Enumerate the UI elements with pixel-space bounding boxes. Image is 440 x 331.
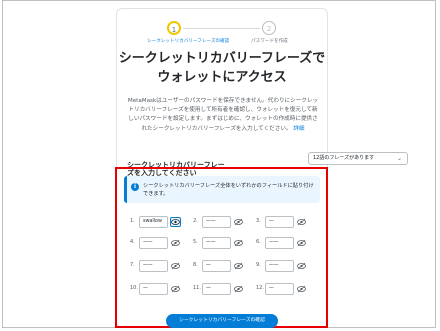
title-line-1: シークレットリカバリーフレーズで <box>118 51 326 66</box>
eye-slash-icon[interactable] <box>171 285 180 293</box>
step-1-label: シークレットリカバリーフレーズの確認 <box>147 39 230 44</box>
eye-slash-icon[interactable] <box>171 239 180 247</box>
word-number: 11. <box>193 285 201 291</box>
word-input-7[interactable]: —— <box>139 260 168 272</box>
word-number: 8. <box>193 262 198 268</box>
step-1-indicator: 1 <box>167 21 181 35</box>
word-input-5[interactable]: —— <box>202 237 231 249</box>
phrase-length-value: 12語のフレーズがあります <box>313 155 375 161</box>
description-text: MetaMaskはユーザーのパスワードを保存できません。代わりにシークレットリカ… <box>127 97 319 134</box>
word-number: 9. <box>256 262 261 268</box>
word-number: 12. <box>256 285 264 291</box>
word-number: 10. <box>130 285 138 291</box>
word-input-12[interactable]: — <box>265 283 294 295</box>
word-input-1[interactable]: swallow <box>139 216 168 228</box>
word-number: 3. <box>256 218 261 224</box>
phrase-length-select[interactable]: 12語のフレーズがあります ⌄ <box>308 152 408 165</box>
word-number: 6. <box>256 239 261 245</box>
word-input-10[interactable]: — <box>139 283 168 295</box>
word-input-8[interactable]: — <box>202 260 231 272</box>
word-number: 7. <box>130 262 135 268</box>
confirm-phrase-button[interactable]: シークレットリカバリーフレーズの確認 <box>166 314 278 328</box>
word-input-6[interactable]: —— <box>265 237 294 249</box>
word-number: 4. <box>130 239 135 245</box>
eye-slash-icon[interactable] <box>234 262 243 270</box>
eye-slash-icon[interactable] <box>297 285 306 293</box>
word-input-3[interactable]: — <box>265 216 294 228</box>
chevron-down-icon: ⌄ <box>396 155 402 162</box>
word-input-4[interactable]: —— <box>139 237 168 249</box>
eye-icon[interactable] <box>170 217 181 227</box>
eye-slash-icon[interactable] <box>234 239 243 247</box>
details-link[interactable]: 詳細 <box>293 126 304 132</box>
phrase-length-dropdown-wrap: 12語のフレーズがあります ⌄ <box>210 152 408 165</box>
eye-slash-icon[interactable] <box>234 285 243 293</box>
word-number: 2. <box>193 218 198 224</box>
title-line-2: ウォレットにアクセス <box>157 70 287 85</box>
word-input-9[interactable]: —— <box>265 260 294 272</box>
word-number: 5. <box>193 239 198 245</box>
eye-slash-icon[interactable] <box>297 262 306 270</box>
eye-slash-icon[interactable] <box>297 239 306 247</box>
step-2-indicator: 2 <box>262 21 276 35</box>
eye-slash-icon[interactable] <box>234 218 243 226</box>
word-input-2[interactable]: —— <box>202 216 231 228</box>
step-connector <box>183 28 260 29</box>
info-banner-text: シークレットリカバリーフレーズ全体をいずれかのフィールドに貼り付けできます。 <box>143 183 314 197</box>
word-input-11[interactable]: — <box>202 283 231 295</box>
description-body: MetaMaskはユーザーのパスワードを保存できません。代わりにシークレットリカ… <box>127 98 319 132</box>
step-2-label: パスワードを作成 <box>251 39 288 44</box>
eye-slash-icon[interactable] <box>171 262 180 270</box>
info-icon: i <box>131 183 139 191</box>
eye-slash-icon[interactable] <box>297 218 306 226</box>
progress-stepper: 1 2 シークレットリカバリーフレーズの確認 パスワードを作成 <box>117 21 327 47</box>
word-number: 1. <box>130 218 135 224</box>
info-banner: i シークレットリカバリーフレーズ全体をいずれかのフィールドに貼り付けできます。 <box>124 176 320 203</box>
page-title: シークレットリカバリーフレーズで ウォレットにアクセス <box>117 49 327 87</box>
